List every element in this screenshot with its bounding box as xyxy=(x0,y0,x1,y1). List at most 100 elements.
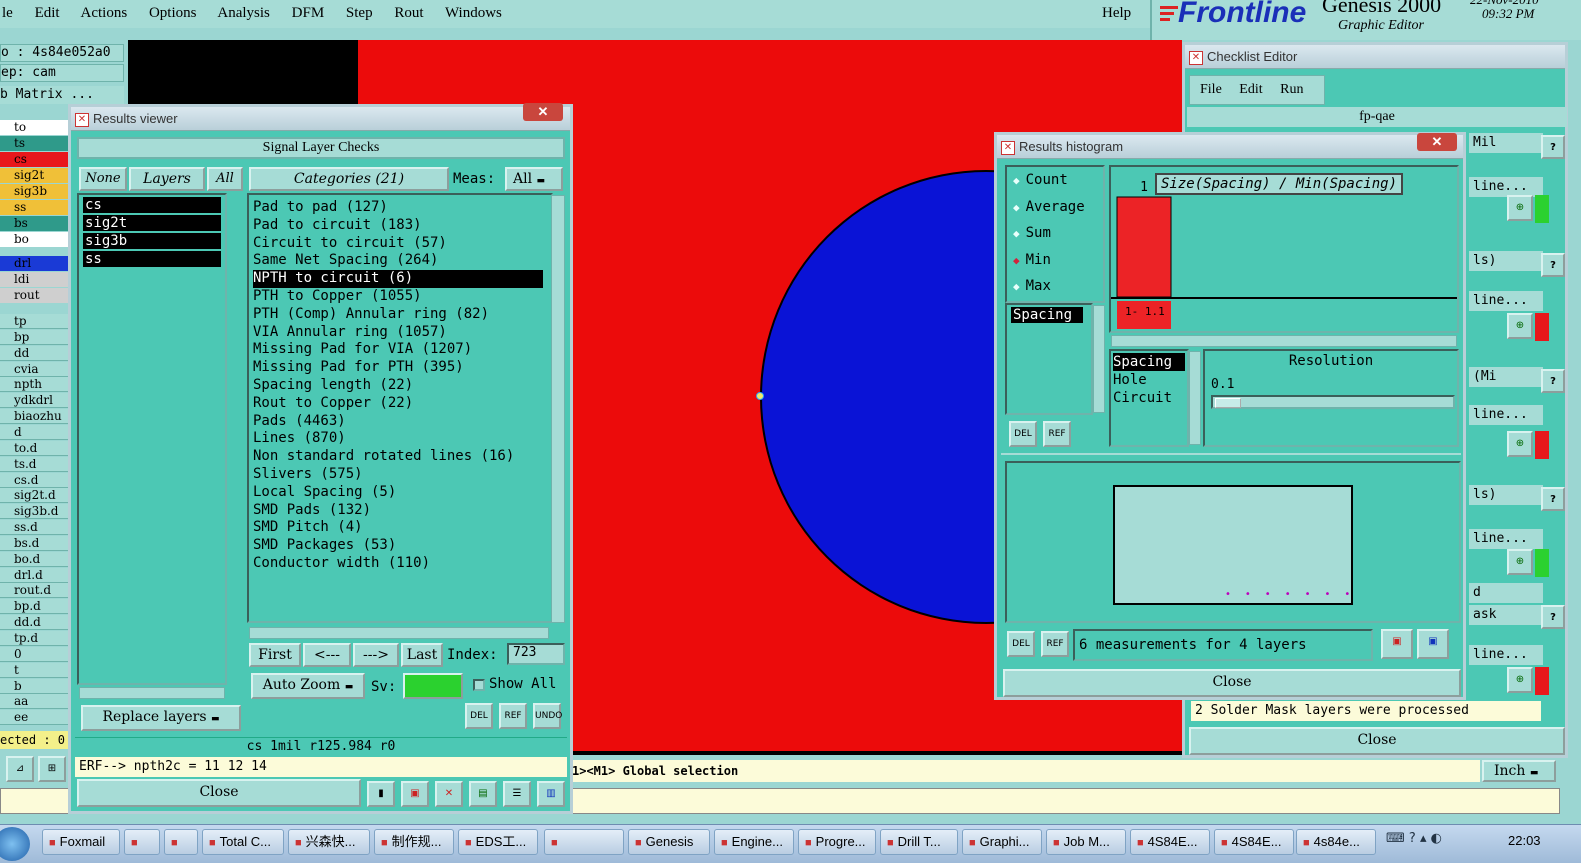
help-icon[interactable]: ? xyxy=(1541,605,1565,629)
taskbar-item[interactable]: ■ 4S84E... xyxy=(1214,829,1294,855)
layer-list-hscroll[interactable] xyxy=(79,687,225,699)
category-item[interactable]: Local Spacing (5) xyxy=(253,484,543,502)
zoom-icon[interactable]: ⊕ xyxy=(1507,195,1533,221)
matrix-button[interactable]: b Matrix ... xyxy=(0,86,124,104)
menu-edit[interactable]: Edit xyxy=(35,5,60,21)
auto-zoom-dropdown[interactable]: Auto Zoom ▬ xyxy=(251,673,365,699)
checklist-item[interactable]: ask xyxy=(1469,605,1543,625)
category-item[interactable]: SMD Pitch (4) xyxy=(253,519,543,537)
result-layer-item[interactable]: sig3b xyxy=(83,233,221,249)
mode-radio[interactable]: ◆ Max xyxy=(1007,273,1103,300)
layer-row[interactable]: d xyxy=(0,424,68,440)
taskbar-item[interactable]: ■ Engine... xyxy=(714,829,794,855)
layer-row[interactable]: to.d xyxy=(0,440,68,456)
taskbar-item[interactable]: ■ EDS工... xyxy=(458,829,538,855)
attribute-item[interactable]: Circuit xyxy=(1113,389,1185,407)
layer-row[interactable]: rout xyxy=(0,288,68,303)
hist-del-button[interactable]: DEL xyxy=(1009,421,1037,447)
checklist-titlebar[interactable]: ✕ Checklist Editor xyxy=(1185,45,1565,69)
report-icon[interactable]: ▣ xyxy=(401,781,429,807)
menu-actions[interactable]: Actions xyxy=(81,5,128,21)
layer-row[interactable]: to xyxy=(0,120,68,135)
layer-row[interactable]: ldi xyxy=(0,272,68,287)
category-item[interactable]: Lines (870) xyxy=(253,430,543,448)
sv-color-dropdown[interactable] xyxy=(403,673,463,699)
category-item[interactable]: Conductor width (110) xyxy=(253,555,543,573)
index-input[interactable]: 723 xyxy=(507,643,565,665)
menu-step[interactable]: Step xyxy=(346,5,373,21)
first-button[interactable]: First xyxy=(249,643,301,667)
checklist-item[interactable]: line... xyxy=(1469,405,1543,425)
layer-row[interactable]: bp.d xyxy=(0,599,68,615)
taskbar-item[interactable]: ■ 4S84E... xyxy=(1130,829,1210,855)
result-layer-item[interactable]: cs xyxy=(83,197,221,213)
layer-row[interactable]: sig3b xyxy=(0,184,68,199)
layer-row[interactable]: cs.d xyxy=(0,472,68,488)
histogram-bar[interactable] xyxy=(1116,196,1172,298)
show-all-checkbox[interactable] xyxy=(473,679,485,691)
hist-del-button-2[interactable]: DEL xyxy=(1007,631,1035,657)
category-item[interactable]: Non standard rotated lines (16) xyxy=(253,448,543,466)
ref-button[interactable]: REF xyxy=(499,703,527,729)
checklist-menu-run[interactable]: Run xyxy=(1280,82,1303,97)
layer-row[interactable]: npth xyxy=(0,377,68,393)
next-button[interactable]: ---> xyxy=(353,643,399,667)
layer-row[interactable]: tp.d xyxy=(0,631,68,646)
attribute-item[interactable]: Spacing xyxy=(1113,353,1185,371)
help-icon[interactable]: ? xyxy=(1409,831,1416,846)
measure-vscroll[interactable] xyxy=(1093,305,1105,413)
layer-row[interactable]: ss xyxy=(0,200,68,215)
help-icon[interactable]: ? xyxy=(1541,135,1565,159)
taskbar-item[interactable]: ■ Foxmail xyxy=(42,829,120,855)
hist-close-button[interactable]: Close xyxy=(1003,669,1461,697)
mode-radio[interactable]: ◆ Sum xyxy=(1007,220,1103,247)
layer-row[interactable]: sig3b.d xyxy=(0,504,68,520)
help-icon[interactable]: ? xyxy=(1541,487,1565,511)
prev-button[interactable]: <--- xyxy=(303,643,351,667)
layer-row[interactable]: biaozhu xyxy=(0,409,68,425)
checklist-menu-edit[interactable]: Edit xyxy=(1239,82,1262,97)
start-button[interactable] xyxy=(0,827,30,861)
category-item[interactable]: PTH to Copper (1055) xyxy=(253,288,543,306)
taskbar-item[interactable]: ■ 制作规... xyxy=(374,829,454,855)
units-selector[interactable]: Inch ▬ xyxy=(1482,760,1556,782)
checklist-item[interactable]: line... xyxy=(1469,529,1543,549)
layer-pair-icon[interactable]: ▤ xyxy=(469,781,497,807)
menu-rout[interactable]: Rout xyxy=(394,5,423,21)
histogram-icon[interactable]: ▥ xyxy=(537,781,565,807)
menu-help[interactable]: Help xyxy=(1102,0,1131,28)
mode-radio[interactable]: ◆ Count xyxy=(1007,167,1103,194)
layer-row[interactable]: b xyxy=(0,678,68,694)
layer-row[interactable]: ee xyxy=(0,710,68,726)
attribute-item[interactable]: Hole xyxy=(1113,371,1185,389)
category-vscroll[interactable] xyxy=(551,195,565,623)
taskbar-item[interactable]: ■ xyxy=(164,829,198,855)
checklist-item[interactable]: line... xyxy=(1469,291,1543,311)
chart-hscroll[interactable] xyxy=(1111,335,1457,347)
category-item[interactable]: SMD Packages (53) xyxy=(253,537,543,555)
none-button[interactable]: None xyxy=(79,167,127,191)
keyboard-icon[interactable]: ⌨ xyxy=(1386,831,1405,846)
layer-row[interactable]: cs xyxy=(0,152,68,167)
layer-row[interactable]: dd.d xyxy=(0,615,68,631)
category-item[interactable]: Same Net Spacing (264) xyxy=(253,252,543,270)
layer-row[interactable]: cvia xyxy=(0,361,68,377)
checklist-item[interactable]: (Mi xyxy=(1469,367,1543,387)
menu-file[interactable]: le xyxy=(2,5,13,21)
taskbar-item[interactable]: ■ 兴森快... xyxy=(288,829,370,855)
layer-row[interactable]: bp xyxy=(0,329,68,345)
layer-row[interactable]: bo xyxy=(0,232,68,247)
taskbar-item[interactable]: ■ Progre... xyxy=(798,829,876,855)
category-hscroll[interactable] xyxy=(249,627,549,639)
category-item[interactable]: Circuit to circuit (57) xyxy=(253,235,543,253)
category-item[interactable]: Missing Pad for PTH (395) xyxy=(253,359,543,377)
category-item[interactable]: VIA Annular ring (1057) xyxy=(253,324,543,342)
menu-analysis[interactable]: Analysis xyxy=(217,5,270,21)
layer-row[interactable]: bo.d xyxy=(0,551,68,567)
zoom-icon[interactable]: ⊕ xyxy=(1507,549,1533,575)
taskbar-item[interactable]: ■ Graphi... xyxy=(962,829,1042,855)
taskbar-item[interactable]: ■ Genesis xyxy=(628,829,710,855)
layer-row[interactable]: ts.d xyxy=(0,456,68,472)
network-icon[interactable]: ◐ xyxy=(1431,831,1442,846)
layer-row[interactable]: 0 xyxy=(0,646,68,662)
